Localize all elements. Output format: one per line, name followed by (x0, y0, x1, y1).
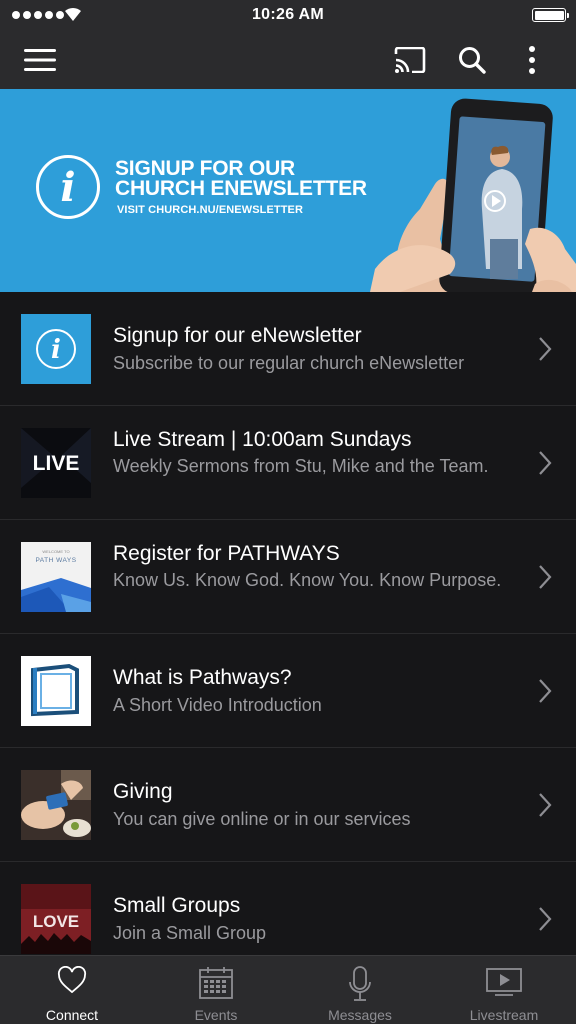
list-item-subtitle: Join a Small Group (113, 923, 267, 943)
list-item-small-groups[interactable]: LOVE Small Groups Join a Small Group (0, 862, 576, 955)
tab-messages[interactable]: Messages (288, 956, 432, 1024)
info-icon: i (36, 155, 100, 219)
list-item-title: Register for PATHWAYS (113, 542, 340, 565)
tab-label: Events (194, 1007, 238, 1023)
status-bar: 10:26 AM (0, 0, 576, 30)
tab-events[interactable]: Events (144, 956, 288, 1024)
live-stream-thumbnail: LIVE (21, 428, 91, 498)
list-item-subtitle: A Short Video Introduction (113, 695, 322, 715)
search-icon (459, 46, 486, 74)
list-item-register-pathways[interactable]: WELCOME TO PATH WAYS Register for PATHWA… (0, 520, 576, 634)
more-options-button[interactable] (516, 30, 548, 89)
giving-thumbnail (21, 770, 91, 840)
banner-subtitle: VISIT CHURCH.NU/ENEWSLETTER (117, 204, 304, 216)
pathways-thumbnail: WELCOME TO PATH WAYS (21, 542, 91, 612)
svg-text:WELCOME TO: WELCOME TO (42, 549, 69, 554)
list-item-title: What is Pathways? (113, 666, 292, 689)
live-graphic: LIVE (21, 428, 91, 498)
small-groups-thumbnail: LOVE (21, 884, 91, 954)
pathways-graphic: WELCOME TO PATH WAYS (21, 542, 91, 612)
connect-list: i Signup for our eNewsletter Subscribe t… (0, 292, 576, 955)
newsletter-banner[interactable]: i SIGNUP FOR OUR CHURCH ENEWSLETTER VISI… (0, 89, 576, 292)
chevron-right-icon (539, 451, 552, 475)
love-graphic: LOVE (21, 884, 91, 954)
list-item-subtitle: Know Us. Know God. Know You. Know Purpos… (113, 570, 502, 590)
list-item-enewsletter[interactable]: i Signup for our eNewsletter Subscribe t… (0, 292, 576, 406)
bottom-tab-bar: Connect Events Messages Livestream (0, 955, 576, 1024)
enewsletter-thumbnail: i (21, 314, 91, 384)
cast-button[interactable] (388, 30, 432, 89)
chevron-right-icon (539, 793, 552, 817)
giving-photo (21, 770, 91, 840)
menu-button[interactable] (20, 30, 60, 89)
list-item-title: Signup for our eNewsletter (113, 324, 362, 347)
play-screen-icon (486, 968, 522, 996)
list-item-title: Small Groups (113, 894, 241, 917)
tab-label: Livestream (469, 1007, 539, 1023)
phone-in-hand-image (370, 98, 576, 292)
tab-livestream[interactable]: Livestream (432, 956, 576, 1024)
microphone-icon (349, 966, 371, 1001)
tab-label: Messages (328, 1007, 392, 1023)
tab-label: Connect (45, 1007, 99, 1023)
svg-text:i: i (51, 335, 61, 365)
calendar-icon (199, 967, 233, 999)
search-button[interactable] (452, 30, 492, 89)
heart-icon (57, 966, 87, 994)
list-item-title: Giving (113, 780, 173, 803)
list-item-live-stream[interactable]: LIVE Live Stream | 10:00am Sundays Weekl… (0, 406, 576, 520)
pathways-logo-icon (21, 656, 91, 726)
chevron-right-icon (539, 907, 552, 931)
menu-icon (24, 48, 56, 71)
list-item-title: Live Stream | 10:00am Sundays (113, 428, 412, 451)
pathways-logo-thumbnail (21, 656, 91, 726)
more-vertical-icon (529, 45, 535, 74)
tab-connect[interactable]: Connect (0, 956, 144, 1024)
chevron-right-icon (539, 337, 552, 361)
chevron-right-icon (539, 679, 552, 703)
status-time: 10:26 AM (251, 6, 325, 23)
top-nav-bar (0, 30, 576, 89)
cast-icon (394, 46, 426, 73)
list-item-subtitle: Weekly Sermons from Stu, Mike and the Te… (113, 456, 489, 476)
svg-text:LOVE: LOVE (33, 912, 79, 931)
list-item-giving[interactable]: Giving You can give online or in our ser… (0, 748, 576, 862)
info-icon: i (36, 329, 76, 369)
list-item-subtitle: Subscribe to our regular church eNewslet… (113, 353, 465, 373)
svg-text:PATH WAYS: PATH WAYS (35, 557, 76, 564)
battery-icon (532, 8, 569, 22)
list-item-what-is-pathways[interactable]: What is Pathways? A Short Video Introduc… (0, 634, 576, 748)
chevron-right-icon (539, 565, 552, 589)
svg-text:LIVE: LIVE (33, 452, 80, 475)
list-item-subtitle: You can give online or in our services (113, 809, 411, 829)
